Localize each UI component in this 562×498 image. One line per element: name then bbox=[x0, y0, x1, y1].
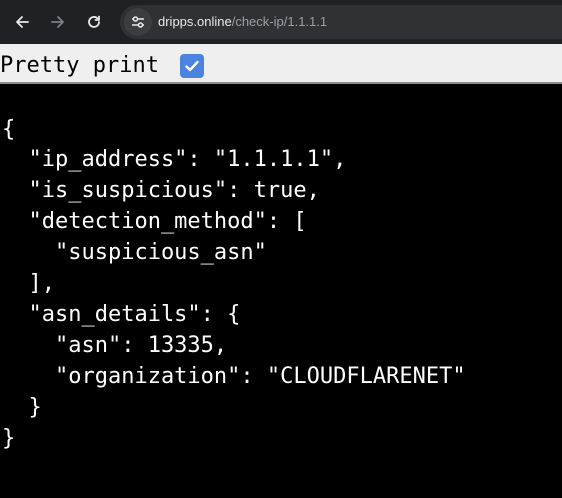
json-line: "asn": 13335, bbox=[2, 333, 228, 358]
site-info-button[interactable] bbox=[124, 8, 152, 36]
forward-arrow-icon bbox=[51, 16, 64, 28]
json-line: ], bbox=[2, 271, 55, 296]
checkmark-icon bbox=[185, 60, 199, 72]
url-domain: dripps.online bbox=[158, 14, 232, 29]
json-line: "detection_method": [ bbox=[2, 209, 307, 234]
json-line: "asn_details": { bbox=[2, 302, 241, 327]
json-line: "organization": "CLOUDFLARENET" bbox=[2, 364, 466, 389]
json-line: } bbox=[2, 395, 42, 420]
json-content: { "ip_address": "1.1.1.1", "is_suspiciou… bbox=[0, 84, 562, 498]
pretty-print-label: Pretty print bbox=[0, 53, 159, 78]
json-line: { bbox=[2, 117, 16, 142]
pretty-print-checkbox[interactable] bbox=[180, 54, 204, 78]
reload-icon bbox=[88, 15, 100, 28]
forward-button[interactable] bbox=[43, 7, 73, 37]
json-line: } bbox=[2, 426, 16, 451]
url-path: /check-ip/1.1.1.1 bbox=[231, 14, 328, 29]
url-text[interactable]: dripps.online/check-ip/1.1.1.1 bbox=[158, 14, 327, 30]
back-button[interactable] bbox=[7, 7, 37, 37]
back-arrow-icon bbox=[16, 16, 29, 28]
browser-toolbar: dripps.online/check-ip/1.1.1.1 bbox=[0, 0, 562, 44]
address-bar[interactable]: dripps.online/check-ip/1.1.1.1 bbox=[120, 5, 562, 39]
json-line: "ip_address": "1.1.1.1", bbox=[2, 147, 347, 172]
tune-icon bbox=[132, 16, 144, 28]
json-line: "is_suspicious": true, bbox=[2, 178, 320, 203]
json-line: "suspicious_asn" bbox=[2, 240, 267, 265]
reload-button[interactable] bbox=[79, 7, 109, 37]
pretty-print-bar: Pretty print bbox=[0, 44, 562, 84]
